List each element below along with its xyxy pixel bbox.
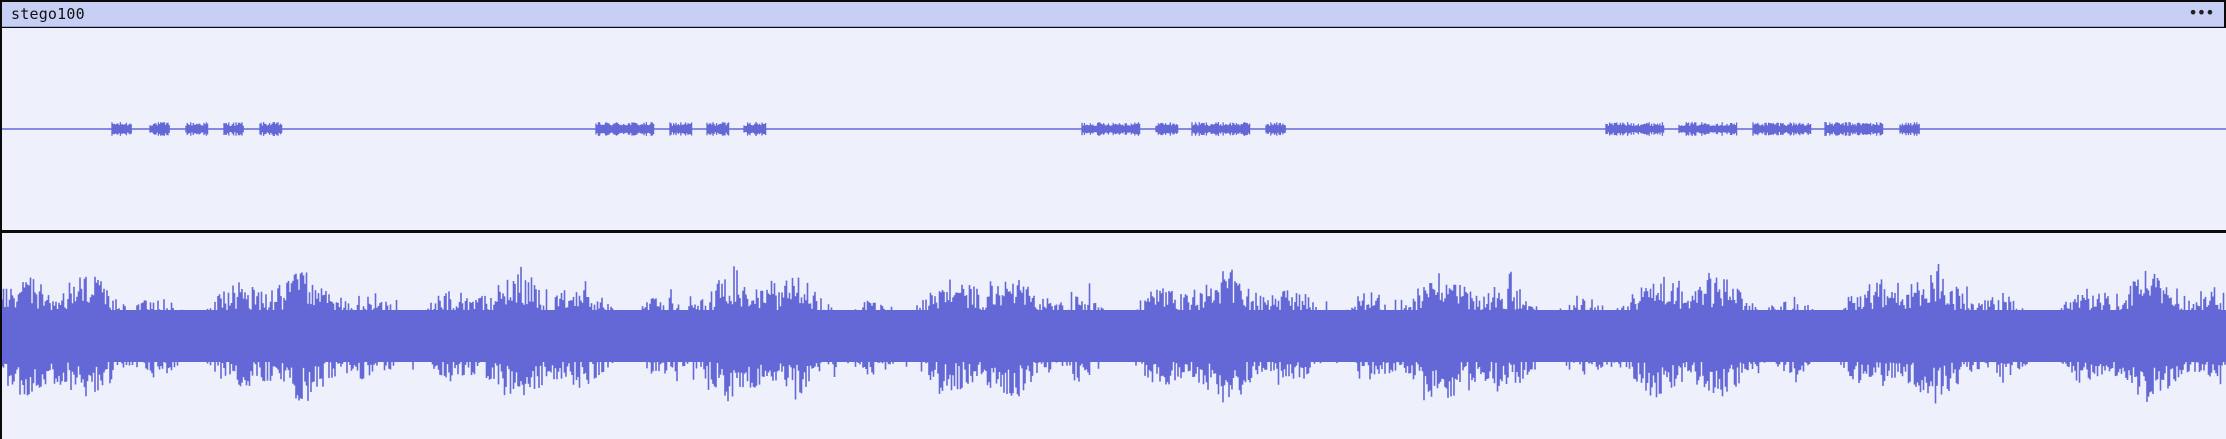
upper-waveform-lane[interactable] xyxy=(2,28,2226,230)
upper-waveform-burst xyxy=(185,122,209,136)
upper-waveform-burst xyxy=(1081,122,1141,136)
upper-waveform-burst xyxy=(149,122,170,136)
lower-waveform xyxy=(2,264,2226,404)
upper-waveform xyxy=(2,122,2226,136)
upper-waveform-burst xyxy=(669,122,693,136)
more-dots-icon[interactable]: ••• xyxy=(2186,3,2216,25)
track-title-bar[interactable]: stego100 ••• xyxy=(2,2,2224,27)
upper-waveform-burst xyxy=(1191,122,1251,136)
upper-waveform-burst xyxy=(706,122,730,136)
upper-waveform-burst xyxy=(1155,122,1179,136)
upper-waveform-burst xyxy=(111,122,132,136)
lower-waveform-core xyxy=(2,310,2226,362)
upper-waveform-burst xyxy=(1824,122,1884,136)
upper-waveform-burst xyxy=(259,122,283,136)
upper-waveform-burst xyxy=(1605,122,1665,136)
upper-waveform-burst xyxy=(743,122,767,136)
track-name-label: stego100 xyxy=(11,5,85,23)
audio-track-window: stego100 ••• xyxy=(0,0,2226,439)
upper-waveform-burst xyxy=(223,122,244,136)
upper-waveform-burst xyxy=(1265,122,1286,136)
lower-waveform-lane[interactable] xyxy=(2,233,2226,439)
upper-waveform-burst xyxy=(1899,122,1920,136)
upper-waveform-burst xyxy=(1752,122,1812,136)
upper-waveform-burst xyxy=(1678,122,1738,136)
upper-waveform-burst xyxy=(595,122,655,136)
